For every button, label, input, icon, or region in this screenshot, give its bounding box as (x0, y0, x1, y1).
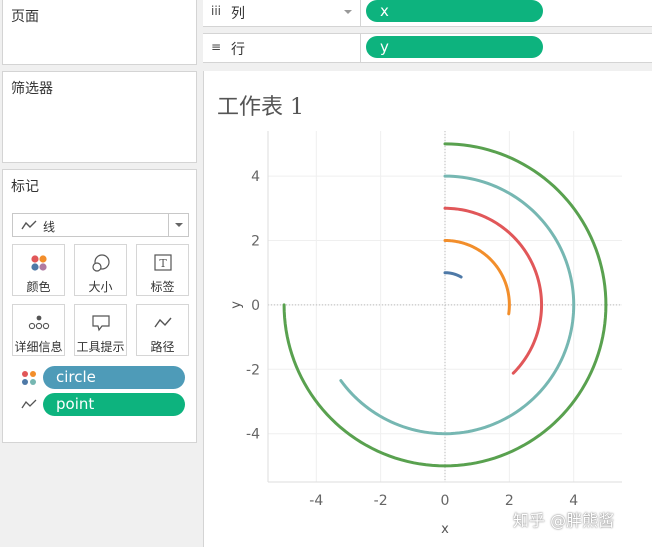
columns-shelf[interactable]: iii 列 x (203, 0, 652, 27)
x-tick-label: 0 (441, 493, 450, 509)
size-button[interactable]: 大小 (74, 244, 127, 296)
rows-shelf-label: ≡ 行 (203, 34, 361, 62)
marks-title: 标记 (11, 179, 39, 195)
filters-panel[interactable]: 筛选器 (2, 71, 197, 163)
rows-icon: ≡ (211, 40, 222, 54)
chevron-down-icon[interactable] (168, 214, 188, 236)
mark-type-dropdown[interactable]: 线 (12, 213, 189, 237)
color-dots-icon (22, 371, 36, 385)
tooltip-bubble-icon (91, 315, 110, 332)
size-circles-icon (91, 254, 110, 272)
worksheet-view[interactable]: 工作表 1 -4 -2 0 2 4 4 2 0 -2 -4 x y (203, 71, 652, 547)
circle-color-pill[interactable]: circle (43, 366, 185, 389)
arc-series-r3 (443, 206, 544, 375)
x-field-pill[interactable]: x (366, 0, 543, 22)
size-button-label: 大小 (88, 280, 113, 294)
tooltip-button-label: 工具提示 (76, 340, 125, 354)
detail-button[interactable]: 详细信息 (12, 304, 65, 356)
y-axis-title: y (229, 301, 244, 309)
spiral-arc-chart[interactable]: -4 -2 0 2 4420-2-4xy (204, 71, 652, 547)
label-button-label: 标签 (150, 280, 175, 294)
mark-type-label: 线 (43, 220, 56, 234)
path-line-icon (153, 317, 172, 328)
y-field-pill[interactable]: y (366, 36, 543, 58)
color-button[interactable]: 颜色 (12, 244, 65, 296)
marks-panel: 标记 线 颜色 大小 T 标签 详细信息 工具提示 路径 circle poin… (2, 169, 197, 443)
color-dots-icon (30, 255, 47, 271)
rows-shelf[interactable]: ≡ 行 y (203, 33, 652, 63)
tooltip-button[interactable]: 工具提示 (74, 304, 127, 356)
columns-shelf-label: iii 列 (203, 0, 361, 26)
color-button-label: 颜色 (26, 280, 51, 294)
y-tick-label: 4 (251, 169, 260, 185)
columns-label: 列 (231, 6, 245, 22)
watermark: 知乎 @胖熊酱 (513, 511, 615, 530)
y-tick-label: -2 (246, 362, 260, 378)
y-tick-label: -4 (246, 427, 260, 443)
arc-series-r1 (443, 271, 463, 279)
pages-title: 页面 (11, 9, 39, 25)
path-line-icon (21, 399, 37, 409)
x-tick-label: -4 (309, 493, 323, 509)
pages-panel[interactable]: 页面 (2, 0, 197, 65)
x-tick-label: -2 (374, 493, 388, 509)
x-axis-title: x (441, 522, 449, 537)
line-mark-icon (21, 220, 37, 230)
point-path-pill[interactable]: point (43, 393, 185, 416)
detail-dots-icon (28, 315, 49, 330)
filters-title: 筛选器 (11, 81, 53, 97)
path-button[interactable]: 路径 (136, 304, 189, 356)
path-button-label: 路径 (150, 340, 175, 354)
rows-label: 行 (231, 42, 245, 58)
label-text-icon: T (153, 254, 172, 271)
label-button[interactable]: T 标签 (136, 244, 189, 296)
columns-icon: iii (211, 4, 222, 18)
y-tick-label: 0 (251, 298, 260, 314)
y-tick-label: 2 (251, 233, 260, 249)
arc-series-r2 (443, 238, 511, 316)
svg-text:T: T (159, 257, 167, 270)
detail-button-label: 详细信息 (14, 340, 63, 354)
chevron-down-icon[interactable] (344, 10, 352, 14)
